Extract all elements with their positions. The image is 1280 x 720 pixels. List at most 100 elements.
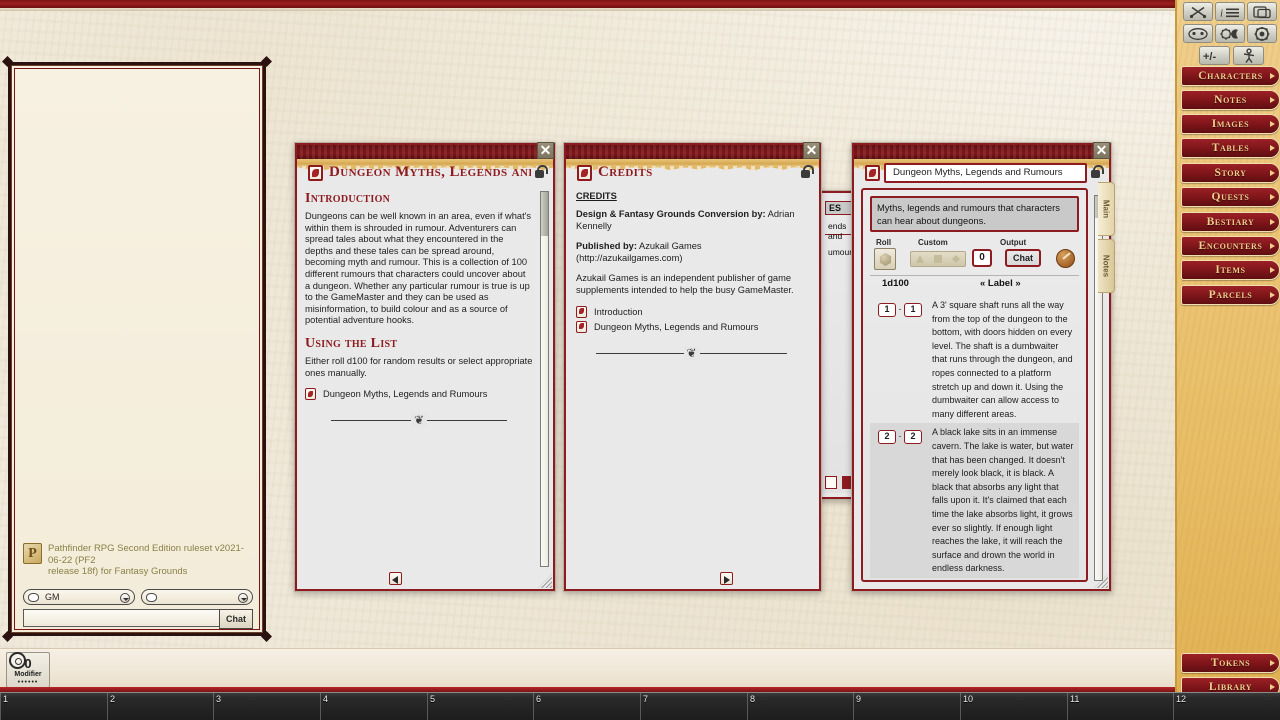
modifier-toggle-icon[interactable] — [9, 652, 26, 669]
modifiers-icon[interactable]: i — [1215, 2, 1245, 21]
table-row-text[interactable]: A black lake sits in an immense cavern. … — [932, 426, 1079, 576]
story-link[interactable]: Dungeon Myths, Legends and Rumours — [305, 388, 533, 401]
desktop-number[interactable]: 9 — [854, 694, 861, 704]
chat-message-text: Pathfinder RPG Second Edition ruleset v2… — [48, 543, 253, 577]
story-scrollbar[interactable] — [540, 191, 549, 567]
table-row-text[interactable]: A 3' square shaft runs all the way from … — [932, 299, 1079, 421]
sidebar-item-images[interactable]: Images — [1181, 114, 1280, 134]
table-side-tabs: Main Notes — [1098, 182, 1115, 296]
svg-text:+/-: +/- — [1203, 51, 1216, 62]
sidebar-item-tables[interactable]: Tables — [1181, 138, 1280, 158]
lock-icon[interactable] — [533, 165, 548, 178]
table-name-input[interactable]: Dungeon Myths, Legends and Rumours — [884, 163, 1087, 183]
desktop-number[interactable]: 8 — [748, 694, 755, 704]
desktop-number[interactable]: 12 — [1174, 694, 1186, 704]
table-column-headers: 1d100 « Label » — [870, 278, 1079, 294]
chat-panel: P Pathfinder RPG Second Edition ruleset … — [2, 56, 272, 642]
sidebar-item-parcels[interactable]: Parcels — [1181, 285, 1280, 305]
range-from-input[interactable]: 1 — [878, 303, 896, 317]
range-from-input[interactable]: 2 — [878, 430, 896, 445]
table-row[interactable]: 1-1 A 3' square shaft runs all the way f… — [870, 296, 1079, 423]
language-select[interactable] — [141, 589, 253, 605]
table-link-icon — [305, 388, 316, 401]
scrollbar-thumb[interactable] — [541, 192, 548, 236]
lock-icon[interactable] — [799, 165, 814, 178]
credits-line-label: Design & Fantasy Grounds Conversion by: — [576, 209, 766, 219]
edit-icon[interactable] — [1056, 249, 1075, 268]
sidebar-item-items[interactable]: Items — [1181, 260, 1280, 280]
lock-icon[interactable] — [1089, 165, 1104, 178]
chevron-down-icon[interactable] — [238, 593, 248, 603]
chat-send-button[interactable]: Chat — [219, 609, 253, 629]
table-rows[interactable]: 1-1 A 3' square shaft runs all the way f… — [870, 296, 1079, 578]
options-icon[interactable] — [1247, 24, 1277, 43]
calendar-icon[interactable] — [1215, 24, 1245, 43]
tab-main-label: Main — [1101, 199, 1111, 219]
close-icon[interactable]: ✕ — [537, 142, 554, 159]
resize-handle[interactable] — [538, 574, 552, 588]
desktop-number[interactable]: 10 — [961, 694, 973, 704]
desktop-number[interactable]: 7 — [641, 694, 648, 704]
section-divider: ❦ — [596, 345, 787, 361]
credits-link[interactable]: Introduction — [576, 305, 807, 318]
credits-link[interactable]: Dungeon Myths, Legends and Rumours — [576, 320, 807, 333]
range-to-input[interactable]: 2 — [904, 430, 922, 445]
background-window-button-left[interactable] — [825, 476, 837, 489]
sidebar-item-encounters[interactable]: Encounters — [1181, 236, 1280, 256]
custom-label: Custom — [918, 238, 948, 247]
tab-main[interactable]: Main — [1098, 182, 1115, 236]
desktop-number[interactable]: 5 — [428, 694, 435, 704]
story-window[interactable]: ✕ Dungeon Myths, Legends and Rum Introdu… — [294, 142, 556, 592]
output-label: Output — [1000, 238, 1027, 247]
sidebar-item-tokens[interactable]: Tokens — [1181, 653, 1280, 673]
dice-column-header: 1d100 — [882, 278, 909, 289]
window-titlebar[interactable] — [297, 145, 553, 159]
custom-die-diamond-icon[interactable] — [952, 255, 960, 263]
desktop-number[interactable]: 6 — [534, 694, 541, 704]
sidebar-item-notes[interactable]: Notes — [1181, 90, 1280, 110]
sidebar-item-quests[interactable]: Quests — [1181, 187, 1280, 207]
desktop-number[interactable]: 3 — [214, 694, 221, 704]
range-to-input[interactable]: 1 — [904, 303, 922, 317]
sidebar-item-bestiary[interactable]: Bestiary — [1181, 212, 1280, 232]
chat-selectors: GM — [23, 589, 253, 605]
effects-icon[interactable] — [1183, 24, 1213, 43]
window-titlebar[interactable] — [854, 145, 1109, 159]
close-icon[interactable]: ✕ — [803, 142, 820, 159]
chat-input[interactable]: Chat — [23, 609, 253, 629]
previous-page-button[interactable] — [389, 572, 402, 585]
table-description-input[interactable]: Myths, legends and rumours that characte… — [870, 196, 1079, 232]
assets-icon[interactable] — [1247, 2, 1277, 21]
table-window[interactable]: ✕ Dungeon Myths, Legends and Rumours Myt… — [851, 142, 1115, 592]
story-window-title: Dungeon Myths, Legends and Rum — [329, 164, 531, 180]
modifier-stack-icon[interactable]: +/- — [1199, 46, 1230, 65]
custom-dice-selector[interactable] — [910, 251, 966, 267]
credits-window[interactable]: ✕ Credits CREDITS Design & Fantasy Groun… — [563, 142, 822, 592]
desktop-number[interactable]: 1 — [1, 694, 8, 704]
next-page-button[interactable] — [720, 572, 733, 585]
credits-line-label: Published by: — [576, 241, 637, 252]
custom-modifier-value[interactable]: 0 — [972, 249, 992, 267]
combat-tracker-icon[interactable] — [1183, 2, 1213, 21]
roll-dice-button[interactable] — [874, 248, 896, 270]
party-sheet-icon[interactable] — [1233, 46, 1264, 65]
sidebar-item-story[interactable]: Story — [1181, 163, 1280, 183]
output-target-button[interactable]: Chat — [1005, 249, 1041, 267]
table-content: Myths, legends and rumours that characte… — [861, 188, 1088, 582]
chat-log[interactable]: P Pathfinder RPG Second Edition ruleset … — [23, 73, 253, 577]
custom-die-square-icon[interactable] — [934, 255, 942, 263]
window-titlebar[interactable] — [566, 145, 819, 159]
desktop-number[interactable]: 2 — [108, 694, 115, 704]
modifier-dots: •••••• — [17, 679, 39, 686]
tab-notes[interactable]: Notes — [1098, 239, 1115, 293]
chevron-down-icon[interactable] — [120, 593, 130, 603]
close-icon[interactable]: ✕ — [1093, 142, 1110, 159]
identity-select[interactable]: GM — [23, 589, 135, 605]
table-controls: Roll Custom Output 0 Chat — [870, 238, 1079, 276]
modifier-box[interactable]: 0 Modifier •••••• — [6, 652, 50, 688]
sidebar-item-characters[interactable]: Characters — [1181, 66, 1280, 86]
table-row[interactable]: 2-2 A black lake sits in an immense cave… — [870, 423, 1079, 578]
custom-die-triangle-icon[interactable] — [916, 255, 924, 263]
desktop-number[interactable]: 4 — [321, 694, 328, 704]
desktop-number[interactable]: 11 — [1068, 694, 1079, 704]
